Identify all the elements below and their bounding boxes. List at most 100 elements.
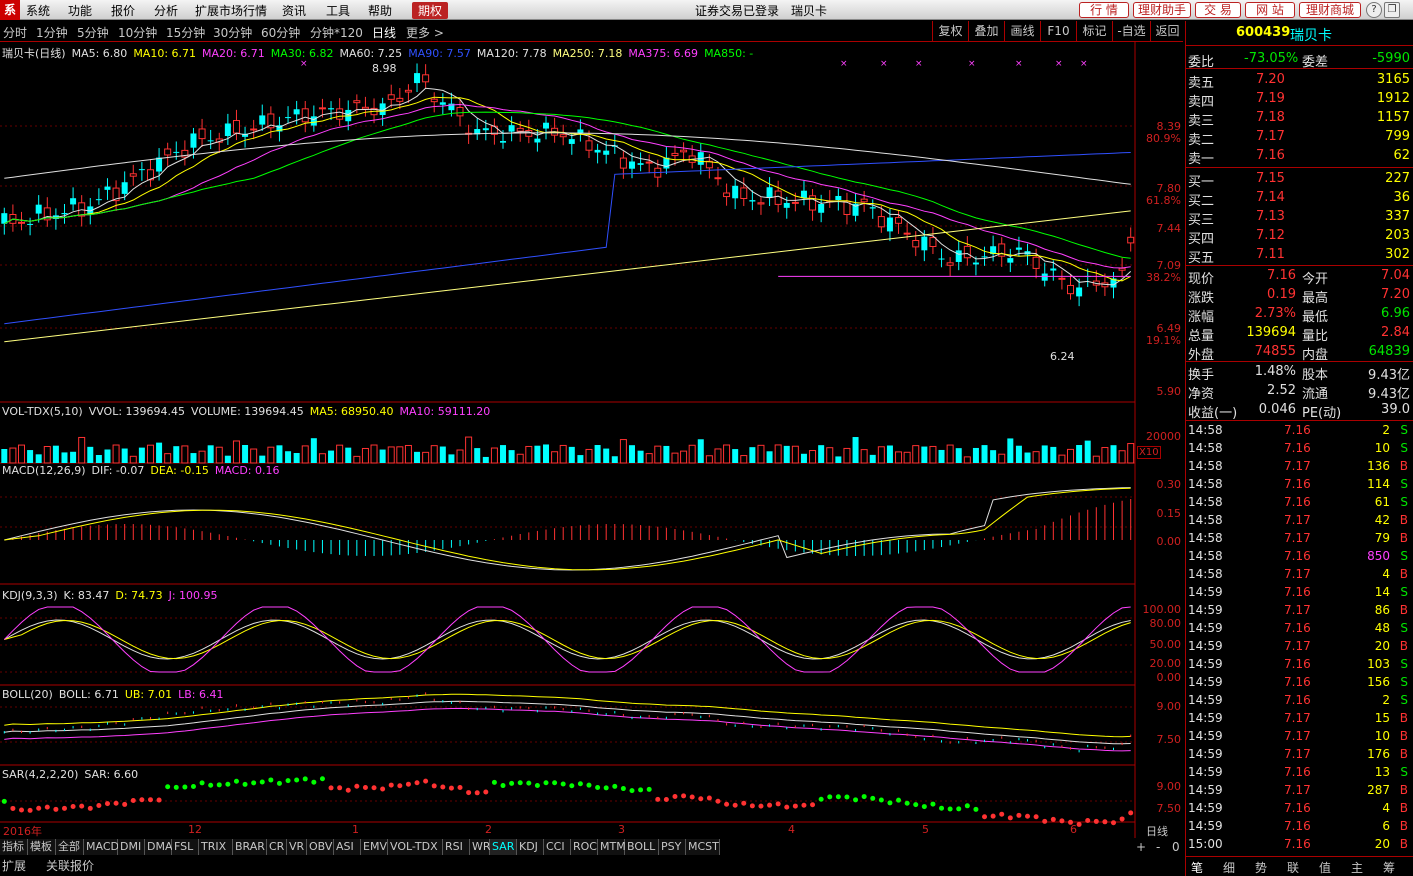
- side-tab-2[interactable]: 势: [1255, 859, 1267, 876]
- tab-trix[interactable]: TRIX: [199, 839, 233, 855]
- candle-body: [1041, 273, 1048, 281]
- tab-全部[interactable]: 全部: [56, 839, 84, 855]
- tick-row: 14:59 7.16 103 S: [1186, 656, 1413, 674]
- period-60min[interactable]: 60分钟: [261, 24, 300, 41]
- tab-macd[interactable]: MACD: [84, 839, 119, 855]
- tab-sar[interactable]: SAR: [490, 839, 517, 855]
- tab-kdj[interactable]: KDJ: [517, 839, 544, 855]
- period-more[interactable]: 更多 >: [406, 24, 444, 41]
- tick-time: 14:58: [1188, 549, 1223, 563]
- tab-fsl[interactable]: FSL: [172, 839, 199, 855]
- tab-boll[interactable]: BOLL: [625, 839, 659, 855]
- tick-price: 7.16: [1284, 495, 1311, 509]
- tab-related-quote[interactable]: 关联报价: [46, 857, 94, 874]
- menu-tools[interactable]: 工具: [326, 2, 350, 19]
- ask-row[interactable]: 卖四 7.19 1912: [1186, 90, 1413, 110]
- volume-bar: [43, 445, 51, 464]
- stat-value: 1.48%: [1254, 364, 1296, 379]
- side-tab-5[interactable]: 主: [1351, 859, 1363, 876]
- mall-button[interactable]: 理财商城: [1299, 2, 1361, 18]
- tab-cci[interactable]: CCI: [544, 839, 571, 855]
- period-timeshare[interactable]: 分时: [3, 24, 27, 41]
- sar-dot: [1119, 816, 1125, 822]
- zoom-out-button[interactable]: -: [1156, 840, 1160, 854]
- mark-button[interactable]: 标记: [1076, 21, 1112, 41]
- sar-dot: [870, 795, 876, 801]
- ask-row[interactable]: 卖三 7.18 1157: [1186, 109, 1413, 129]
- side-tab-1[interactable]: 细: [1223, 859, 1235, 876]
- tab-obv[interactable]: OBV: [307, 839, 334, 855]
- menu-info[interactable]: 资讯: [282, 2, 306, 19]
- menu-help[interactable]: 帮助: [368, 2, 392, 19]
- tab-mtm[interactable]: MTM: [598, 839, 626, 855]
- candle-body: [732, 185, 739, 199]
- menu-options[interactable]: 期权: [412, 2, 449, 19]
- tick-side: B: [1399, 783, 1408, 797]
- bid-row[interactable]: 买一 7.15 227: [1186, 170, 1413, 190]
- market-button[interactable]: 行 情: [1079, 2, 1129, 18]
- website-button[interactable]: 网 站: [1245, 2, 1295, 18]
- side-tab-6[interactable]: 筹: [1383, 859, 1395, 876]
- tab-指标[interactable]: 指标: [0, 839, 28, 855]
- kline-chart[interactable]: × × × × × × × ×: [0, 42, 1183, 838]
- sar-dot: [956, 806, 962, 812]
- zoom-in-button[interactable]: +: [1136, 840, 1146, 854]
- period-1min[interactable]: 1分钟: [36, 24, 68, 41]
- menu-function[interactable]: 功能: [68, 2, 92, 19]
- menu-quote[interactable]: 报价: [111, 2, 135, 19]
- tab-brar[interactable]: BRAR: [233, 839, 267, 855]
- candle-body: [903, 232, 911, 235]
- ask-row[interactable]: 卖一 7.16 62: [1186, 147, 1413, 167]
- tab-dmi[interactable]: DMI: [118, 839, 145, 855]
- tab-mcst[interactable]: MCST: [686, 839, 720, 855]
- menu-analysis[interactable]: 分析: [154, 2, 178, 19]
- tab-emv[interactable]: EMV: [361, 839, 388, 855]
- trade-button[interactable]: 交 易: [1195, 2, 1241, 18]
- help-icon[interactable]: ?: [1366, 2, 1382, 18]
- overlay-button[interactable]: 叠加: [968, 21, 1004, 41]
- tab-dma[interactable]: DMA: [145, 839, 173, 855]
- bid-row[interactable]: 买三 7.13 337: [1186, 208, 1413, 228]
- period-daily[interactable]: 日线: [372, 24, 396, 41]
- volume-bar: [654, 445, 662, 464]
- tab-vol-tdx[interactable]: VOL-TDX: [388, 839, 443, 855]
- tab-vr[interactable]: VR: [287, 839, 307, 855]
- period-30min[interactable]: 30分钟: [213, 24, 252, 41]
- tab-psy[interactable]: PSY: [659, 839, 686, 855]
- side-tab-0[interactable]: 笔: [1191, 859, 1203, 876]
- f10-button[interactable]: F10: [1040, 21, 1076, 41]
- tick-list[interactable]: 14:58 7.16 2 S 14:58 7.16 10 S 14:58 7.17 136 B 14:5…: [1186, 420, 1413, 858]
- bid-row[interactable]: 买五 7.11 302: [1186, 246, 1413, 266]
- tab-asi[interactable]: ASI: [334, 839, 361, 855]
- tab-roc[interactable]: ROC: [571, 839, 598, 855]
- side-tab-3[interactable]: 联: [1287, 859, 1299, 876]
- tab-wr[interactable]: WR: [470, 839, 491, 855]
- period-5min[interactable]: 5分钟: [77, 24, 109, 41]
- adjust-button[interactable]: 复权: [932, 21, 968, 41]
- ask-row[interactable]: 卖五 7.20 3165: [1186, 71, 1413, 91]
- bid-row[interactable]: 买四 7.12 203: [1186, 227, 1413, 247]
- period-120min[interactable]: 分钟*120: [310, 24, 363, 41]
- tab-模板[interactable]: 模板: [28, 839, 56, 855]
- period-15min[interactable]: 15分钟: [166, 24, 205, 41]
- scale-badge[interactable]: X10: [1137, 446, 1161, 459]
- menu-ext-market[interactable]: 扩展市场行情: [195, 2, 267, 19]
- tab-cr[interactable]: CR: [267, 839, 287, 855]
- zoom-reset-button[interactable]: 0: [1172, 840, 1180, 854]
- ask-row[interactable]: 卖二 7.17 799: [1186, 128, 1413, 148]
- side-tab-4[interactable]: 值: [1319, 859, 1331, 876]
- candle-body: [35, 204, 42, 214]
- tab-extend[interactable]: 扩展: [2, 857, 38, 874]
- volume-bar: [826, 447, 834, 464]
- tab-rsi[interactable]: RSI: [443, 839, 470, 855]
- restore-icon[interactable]: ❐: [1384, 2, 1400, 18]
- bid-row[interactable]: 买二 7.14 36: [1186, 189, 1413, 209]
- candle-body: [17, 221, 25, 224]
- menu-system[interactable]: 系统: [26, 2, 50, 19]
- tick-price: 7.16: [1284, 585, 1311, 599]
- draw-button[interactable]: 画线: [1004, 21, 1040, 41]
- period-10min[interactable]: 10分钟: [118, 24, 157, 41]
- event-marker: ×: [840, 59, 848, 69]
- volume-bar: [190, 453, 197, 463]
- sar-dot: [328, 785, 334, 791]
